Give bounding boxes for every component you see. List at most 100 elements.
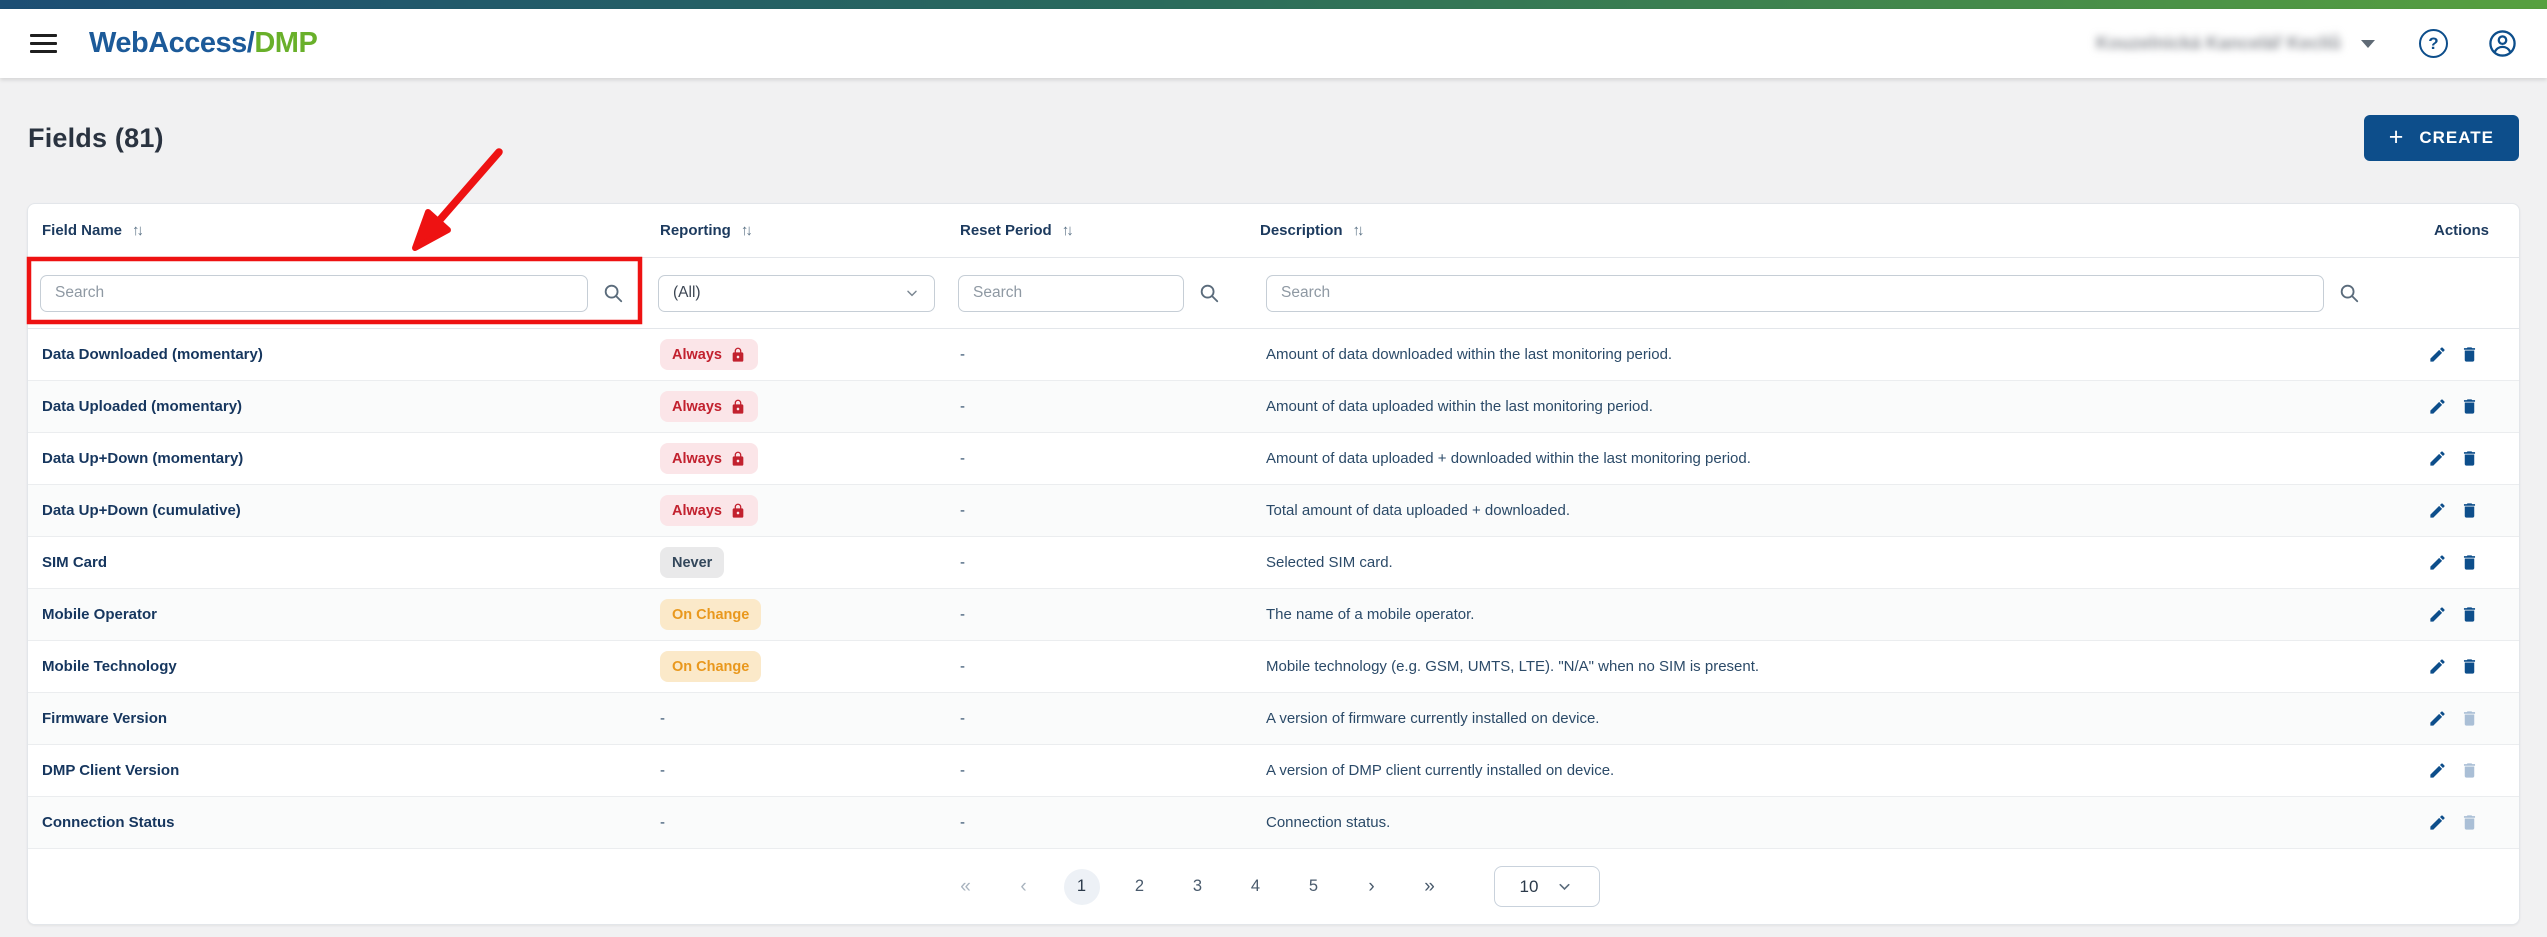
actions-cell xyxy=(2420,761,2519,780)
reporting-badge: Never xyxy=(660,547,724,578)
search-icon[interactable] xyxy=(2338,282,2360,304)
reporting-cell: Always xyxy=(646,443,946,474)
search-icon[interactable] xyxy=(1198,282,1220,304)
reporting-empty-value: - xyxy=(660,710,665,727)
delete-icon[interactable] xyxy=(2460,501,2479,520)
actions-cell xyxy=(2420,657,2519,676)
edit-icon[interactable] xyxy=(2428,761,2447,780)
sort-icon[interactable]: ↑↓ xyxy=(1062,222,1071,239)
reporting-cell: - xyxy=(646,710,946,728)
reporting-empty-value: - xyxy=(660,762,665,779)
pagination-page-3[interactable]: 3 xyxy=(1180,869,1216,905)
delete-icon[interactable] xyxy=(2460,397,2479,416)
description-cell: A version of firmware currently installe… xyxy=(1246,710,2420,727)
reset-period-cell: - xyxy=(946,554,1246,571)
reset-period-cell: - xyxy=(946,814,1246,831)
description-search-input[interactable] xyxy=(1266,275,2324,312)
reporting-empty-value: - xyxy=(660,814,665,831)
app-header: WebAccess/DMP Kouzelnická Kancelář Keclí… xyxy=(0,9,2547,78)
chevron-down-icon xyxy=(1556,878,1573,895)
user-account-icon[interactable] xyxy=(2488,29,2517,58)
reset-period-cell: - xyxy=(946,658,1246,675)
reporting-filter-value: (All) xyxy=(673,284,701,302)
edit-icon[interactable] xyxy=(2428,605,2447,624)
screen: WebAccess/DMP Kouzelnická Kancelář Keclí… xyxy=(0,0,2547,937)
description-cell: A version of DMP client currently instal… xyxy=(1246,762,2420,779)
column-header-reporting[interactable]: Reporting ↑↓ xyxy=(646,222,946,239)
pagination-first-button[interactable]: « xyxy=(948,869,984,905)
delete-icon[interactable] xyxy=(2460,605,2479,624)
delete-icon[interactable] xyxy=(2460,449,2479,468)
page-size-select[interactable]: 10 xyxy=(1494,866,1600,907)
pagination-last-button[interactable]: » xyxy=(1412,869,1448,905)
reporting-badge: On Change xyxy=(660,651,761,682)
table-row: Data Up+Down (momentary)Always-Amount of… xyxy=(28,433,2519,485)
pagination-page-5[interactable]: 5 xyxy=(1296,869,1332,905)
field-name-cell: Data Downloaded (momentary) xyxy=(28,346,646,363)
column-header-description[interactable]: Description ↑↓ xyxy=(1246,222,2420,239)
reset-period-cell: - xyxy=(946,398,1246,415)
sort-icon[interactable]: ↑↓ xyxy=(741,222,750,239)
edit-icon[interactable] xyxy=(2428,345,2447,364)
edit-icon[interactable] xyxy=(2428,813,2447,832)
app-logo[interactable]: WebAccess/DMP xyxy=(89,27,317,60)
pagination-prev-button[interactable]: ‹ xyxy=(1006,869,1042,905)
description-cell: Selected SIM card. xyxy=(1246,554,2420,571)
table-header-row: Field Name ↑↓ Reporting ↑↓ Reset Period … xyxy=(28,204,2519,258)
field-name-cell: SIM Card xyxy=(28,554,646,571)
search-icon[interactable] xyxy=(602,282,624,304)
actions-cell xyxy=(2420,345,2519,364)
reset-period-cell: - xyxy=(946,502,1246,519)
reporting-cell: On Change xyxy=(646,599,946,630)
reporting-filter-cell: (All) xyxy=(646,275,946,312)
edit-icon[interactable] xyxy=(2428,449,2447,468)
description-cell: Amount of data uploaded within the last … xyxy=(1246,398,2420,415)
reporting-cell: - xyxy=(646,814,946,832)
reporting-cell: Always xyxy=(646,495,946,526)
create-button[interactable]: + CREATE xyxy=(2364,115,2519,161)
pagination: « ‹ 1 2 3 4 5 › » 10 xyxy=(28,849,2519,924)
table-row: Mobile OperatorOn Change-The name of a m… xyxy=(28,589,2519,641)
pagination-page-2[interactable]: 2 xyxy=(1122,869,1158,905)
field-name-filter-cell xyxy=(28,275,646,312)
description-cell: Connection status. xyxy=(1246,814,2420,831)
actions-cell xyxy=(2420,813,2519,832)
edit-icon[interactable] xyxy=(2428,709,2447,728)
column-header-reset-period[interactable]: Reset Period ↑↓ xyxy=(946,222,1246,239)
account-dropdown-caret-icon[interactable] xyxy=(2361,40,2375,48)
pagination-page-1[interactable]: 1 xyxy=(1064,869,1100,905)
field-name-cell: DMP Client Version xyxy=(28,762,646,779)
reporting-cell: - xyxy=(646,762,946,780)
delete-icon[interactable] xyxy=(2460,553,2479,572)
lock-icon xyxy=(730,399,746,415)
hamburger-menu-icon[interactable] xyxy=(30,34,57,53)
edit-icon[interactable] xyxy=(2428,553,2447,572)
help-icon[interactable]: ? xyxy=(2419,29,2448,58)
description-cell: Total amount of data uploaded + download… xyxy=(1246,502,2420,519)
logo-primary-text: WebAccess/ xyxy=(89,27,254,59)
sort-icon[interactable]: ↑↓ xyxy=(1353,222,1362,239)
field-name-search-input[interactable] xyxy=(40,275,588,312)
reset-period-cell: - xyxy=(946,606,1246,623)
edit-icon[interactable] xyxy=(2428,397,2447,416)
edit-icon[interactable] xyxy=(2428,501,2447,520)
sort-icon[interactable]: ↑↓ xyxy=(132,222,141,239)
actions-cell xyxy=(2420,605,2519,624)
reporting-filter-select[interactable]: (All) xyxy=(658,275,935,312)
column-header-field-name[interactable]: Field Name ↑↓ xyxy=(28,222,646,239)
pagination-page-4[interactable]: 4 xyxy=(1238,869,1274,905)
reset-period-search-input[interactable] xyxy=(958,275,1184,312)
chevron-down-icon xyxy=(904,285,920,301)
actions-cell xyxy=(2420,449,2519,468)
table-filter-row: (All) xyxy=(28,258,2519,329)
reset-period-filter-cell xyxy=(946,275,1246,312)
reset-period-cell: - xyxy=(946,346,1246,363)
delete-icon[interactable] xyxy=(2460,657,2479,676)
reporting-badge: On Change xyxy=(660,599,761,630)
reporting-badge: Always xyxy=(660,495,758,526)
delete-icon xyxy=(2460,761,2479,780)
delete-icon[interactable] xyxy=(2460,345,2479,364)
table-row: Data Uploaded (momentary)Always-Amount o… xyxy=(28,381,2519,433)
pagination-next-button[interactable]: › xyxy=(1354,869,1390,905)
edit-icon[interactable] xyxy=(2428,657,2447,676)
